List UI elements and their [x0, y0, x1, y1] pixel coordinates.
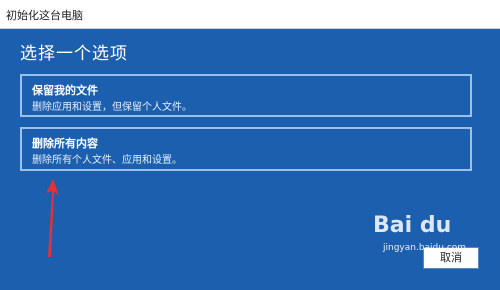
- option-keep-my-files[interactable]: 保留我的文件 删除应用和设置，但保留个人文件。: [20, 74, 472, 117]
- cancel-button[interactable]: 取消: [423, 247, 479, 269]
- option-description: 删除应用和设置，但保留个人文件。: [32, 102, 192, 113]
- title-bar: 初始化这台电脑: [0, 0, 500, 29]
- page-title: 选择一个选项: [20, 44, 128, 64]
- red-arrow-icon: [46, 179, 59, 257]
- option-description: 删除所有个人文件、应用和设置。: [32, 155, 182, 166]
- dialog-content: 选择一个选项 保留我的文件 删除应用和设置，但保留个人文件。 删除所有内容 删除…: [0, 29, 500, 290]
- option-title: 保留我的文件: [32, 84, 98, 97]
- option-title: 删除所有内容: [32, 137, 98, 150]
- reset-pc-window: 初始化这台电脑 选择一个选项 保留我的文件 删除应用和设置，但保留个人文件。 删…: [0, 0, 500, 290]
- window-title: 初始化这台电脑: [6, 9, 83, 22]
- option-remove-everything[interactable]: 删除所有内容 删除所有个人文件、应用和设置。: [20, 127, 472, 171]
